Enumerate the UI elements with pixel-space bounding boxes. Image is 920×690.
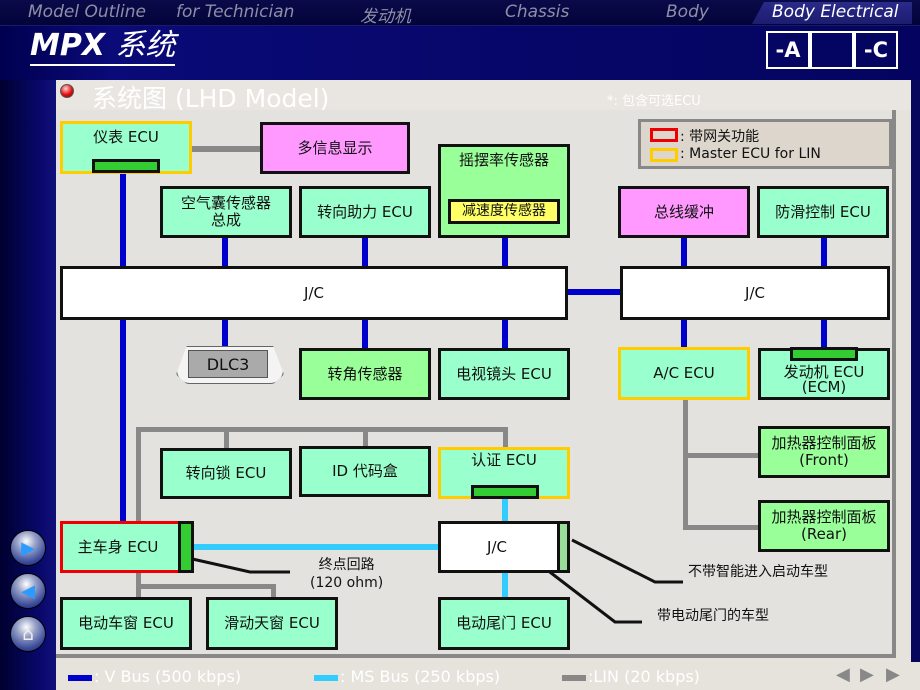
msbus-legend-label: : MS Bus (250 kbps): [340, 667, 501, 686]
airbag-label: 空气囊传感器 总成: [180, 194, 271, 229]
main-body-gateway-bar: [178, 521, 194, 573]
steering-angle-sensor[interactable]: 转角传感器: [299, 348, 431, 400]
termination-note: 终点回路 (120 ohm): [310, 557, 384, 591]
skid-control-ecu[interactable]: 防滑控制 ECU: [757, 186, 889, 238]
power-window-ecu[interactable]: 电动车窗 ECU: [60, 597, 192, 650]
bus-buffer[interactable]: 总线缓冲: [618, 186, 750, 238]
tv-camera-label: 电视镜头 ECU: [456, 364, 552, 383]
id-code-box[interactable]: ID 代码盒: [299, 446, 431, 497]
decel-sensor[interactable]: 减速度传感器: [448, 199, 560, 224]
last-page-arrow-icon[interactable]: ▶: [886, 664, 900, 685]
back-door-label: 电动尾门 ECU: [456, 614, 552, 632]
lin-legend-swatch: [562, 675, 586, 681]
cert-gateway-bar: [471, 485, 539, 499]
heater-front-label: 加热器控制面板 (Front): [771, 434, 877, 469]
heater-rear-label: 加热器控制面板 (Rear): [771, 508, 877, 543]
vbus-legend-swatch: [68, 675, 92, 681]
lin-legend-label: :LIN (20 kbps): [588, 667, 700, 686]
legend-gateway-label: : 带网关功能: [680, 129, 760, 145]
bus-buffer-label: 总线缓冲: [653, 202, 714, 221]
jc-ms-option-bar: [557, 521, 570, 573]
ecm-gateway-bar: [790, 347, 858, 361]
dlc3-body: DLC3: [188, 350, 268, 378]
main-body-ecu[interactable]: 主车身 ECU: [60, 521, 192, 573]
junction-connector-left[interactable]: J/C: [60, 266, 568, 320]
jc-right-label: J/C: [745, 283, 765, 302]
power-steering-label: 转向助力 ECU: [317, 202, 413, 221]
cert-ecu-label: 认证 ECU: [471, 451, 537, 469]
sliding-roof-ecu[interactable]: 滑动天窗 ECU: [206, 597, 338, 650]
engine-ecu-label: 发动机 ECU (ECM): [783, 363, 865, 396]
power-steering-ecu[interactable]: 转向助力 ECU: [299, 186, 431, 238]
jc-left-label: J/C: [304, 283, 324, 302]
callout-lines: [187, 538, 683, 624]
vbus-legend-label: : V Bus (500 kbps): [94, 667, 242, 686]
heater-panel-front[interactable]: 加热器控制面板 (Front): [758, 426, 890, 478]
jc-ms-label: J/C: [487, 537, 507, 556]
skid-control-label: 防滑控制 ECU: [775, 202, 871, 221]
tv-camera-ecu[interactable]: 电视镜头 ECU: [438, 348, 570, 400]
main-body-label: 主车身 ECU: [77, 537, 159, 556]
power-back-door-note: 带电动尾门的车型: [657, 608, 769, 624]
meter-gateway-bar: [92, 159, 160, 173]
heater-panel-rear[interactable]: 加热器控制面板 (Rear): [758, 500, 890, 552]
steering-lock-label: 转向锁 ECU: [185, 464, 267, 482]
id-code-label: ID 代码盒: [332, 462, 398, 480]
ac-ecu[interactable]: A/C ECU: [618, 347, 750, 400]
power-window-label: 电动车窗 ECU: [78, 614, 174, 632]
airbag-sensor[interactable]: 空气囊传感器 总成: [160, 186, 292, 238]
multi-display[interactable]: 多信息显示: [260, 122, 410, 174]
multi-display-label: 多信息显示: [297, 138, 373, 157]
legend-lin-master-label: : Master ECU for LIN: [680, 146, 821, 162]
callout-no-smart: [571, 538, 683, 584]
sliding-roof-label: 滑动天窗 ECU: [224, 614, 320, 632]
no-smart-entry-note: 不带智能进入启动车型: [688, 564, 828, 580]
msbus-legend-swatch: [314, 675, 338, 681]
next-page-arrow-icon[interactable]: ▶: [860, 664, 874, 685]
legend-gateway-swatch: [650, 128, 678, 142]
meter-ecu-label: 仪表 ECU: [93, 128, 159, 146]
legend-lin-master-swatch: [650, 148, 678, 162]
prev-page-arrow-icon[interactable]: ◀: [836, 664, 850, 685]
dlc3-label: DLC3: [206, 354, 250, 374]
junction-connector-right[interactable]: J/C: [620, 266, 890, 320]
steering-angle-label: 转角传感器: [327, 364, 403, 383]
junction-connector-ms[interactable]: J/C: [438, 521, 570, 573]
decel-label: 减速度传感器: [462, 203, 546, 219]
back-door-ecu[interactable]: 电动尾门 ECU: [438, 597, 570, 650]
callout-termination: [187, 556, 290, 574]
ac-ecu-label: A/C ECU: [653, 364, 715, 382]
yaw-label: 摇摆率传感器: [458, 151, 549, 169]
steering-lock-ecu[interactable]: 转向锁 ECU: [160, 448, 292, 499]
